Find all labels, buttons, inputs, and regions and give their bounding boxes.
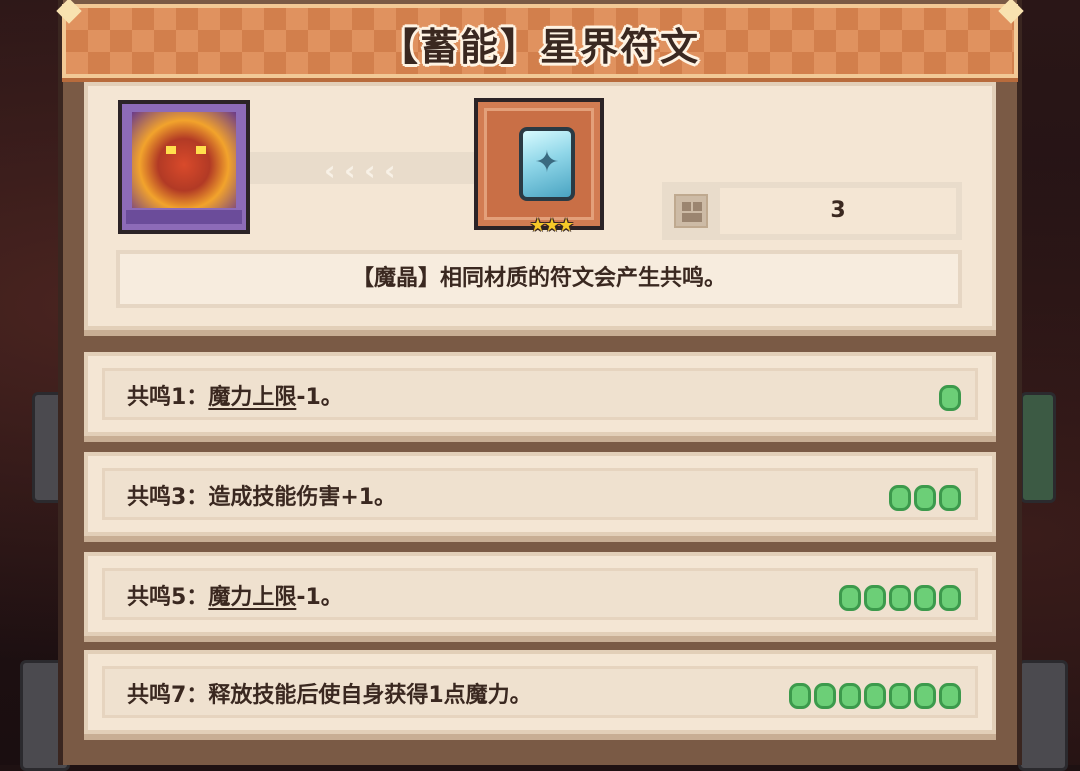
resonance-effect-inner: 共鸣7：释放技能后使自身获得1点魔力。 [102, 666, 978, 718]
hero-eye [166, 146, 176, 154]
resonance-pip-icon [914, 585, 936, 611]
resonance-effect-row: 共鸣1：魔力上限-1。 [84, 352, 996, 436]
rune-count-box: 3 [662, 182, 962, 240]
keyword-link[interactable]: 魔力上限 [208, 585, 296, 610]
resonance-pip-icon [889, 585, 911, 611]
resonance-effect-text: 共鸣1：魔力上限-1。 [127, 371, 343, 425]
resonance-effect-text: 共鸣7：释放技能后使自身获得1点魔力。 [127, 669, 532, 723]
resonance-effect-row: 共鸣3：造成技能伤害+1。 [84, 452, 996, 536]
resonance-pips [789, 683, 961, 709]
resonance-effect-text: 共鸣5：魔力上限-1。 [127, 571, 343, 625]
keyword-link[interactable]: 魔力上限 [208, 385, 296, 410]
resonance-pip-icon [814, 683, 836, 709]
resonance-pips [889, 485, 961, 511]
resonance-pip-icon [889, 485, 911, 511]
resonance-effect-row: 共鸣7：释放技能后使自身获得1点魔力。 [84, 650, 996, 734]
resonance-level: 共鸣7： [127, 683, 209, 708]
resonance-pip-icon [939, 683, 961, 709]
resonance-effect-inner: 共鸣3：造成技能伤害+1。 [102, 468, 978, 520]
resonance-pip-icon [864, 683, 886, 709]
resonance-effect-detail: 释放技能后使自身获得1点魔力。 [208, 683, 532, 708]
right-side-tab [1020, 392, 1056, 503]
hero-portrait[interactable] [118, 100, 250, 234]
rune-description: 【魔晶】相同材质的符文会产生共鸣。 [116, 250, 962, 308]
quantity-icon [674, 194, 708, 228]
transfer-arrow: ‹ ‹ ‹ ‹ [250, 152, 476, 187]
rune-star-rating: ★★★ [529, 215, 574, 236]
resonance-pips [939, 385, 961, 411]
resonance-effect-row: 共鸣5：魔力上限-1。 [84, 552, 996, 636]
resonance-pip-icon [789, 683, 811, 709]
resonance-level: 共鸣3： [127, 485, 209, 510]
right-lower-tab [1018, 660, 1068, 771]
chevron-left-icon: ‹ [324, 154, 336, 187]
rune-slot[interactable]: ✦ ★★★ [474, 98, 604, 236]
chevron-left-icon: ‹ [364, 154, 376, 187]
resonance-pip-icon [914, 683, 936, 709]
hero-portrait-art [132, 112, 236, 208]
resonance-pip-icon [939, 385, 961, 411]
resonance-effect-text: 共鸣3：造成技能伤害+1。 [127, 471, 396, 525]
panel-title: 【蓄能】星界符文 [379, 25, 700, 69]
resonance-effect-detail: -1。 [296, 385, 343, 410]
resonance-level: 共鸣5： [127, 585, 209, 610]
chevron-left-icon: ‹ [384, 154, 396, 187]
resonance-level: 共鸣1： [127, 385, 209, 410]
resonance-pip-icon [839, 585, 861, 611]
resonance-effect-inner: 共鸣1：魔力上限-1。 [102, 368, 978, 420]
hero-portrait-bar [126, 210, 242, 224]
resonance-pip-icon [889, 683, 911, 709]
resonance-effect-detail: 造成技能伤害+1。 [208, 485, 397, 510]
crystal-rune-icon: ✦ [519, 127, 575, 201]
rune-slot-inner: ✦ ★★★ [484, 108, 594, 236]
resonance-effect-inner: 共鸣5：魔力上限-1。 [102, 568, 978, 620]
rune-count-value: 3 [720, 188, 956, 234]
resonance-effect-detail: -1。 [296, 585, 343, 610]
resonance-pip-icon [939, 485, 961, 511]
resonance-pip-icon [914, 485, 936, 511]
title-bar: 【蓄能】星界符文 [56, 0, 1024, 78]
resonance-pips [839, 585, 961, 611]
resonance-pip-icon [939, 585, 961, 611]
resonance-pip-icon [839, 683, 861, 709]
resonance-pip-icon [864, 585, 886, 611]
chevron-left-icon: ‹ [344, 154, 356, 187]
hero-eye [196, 146, 206, 154]
